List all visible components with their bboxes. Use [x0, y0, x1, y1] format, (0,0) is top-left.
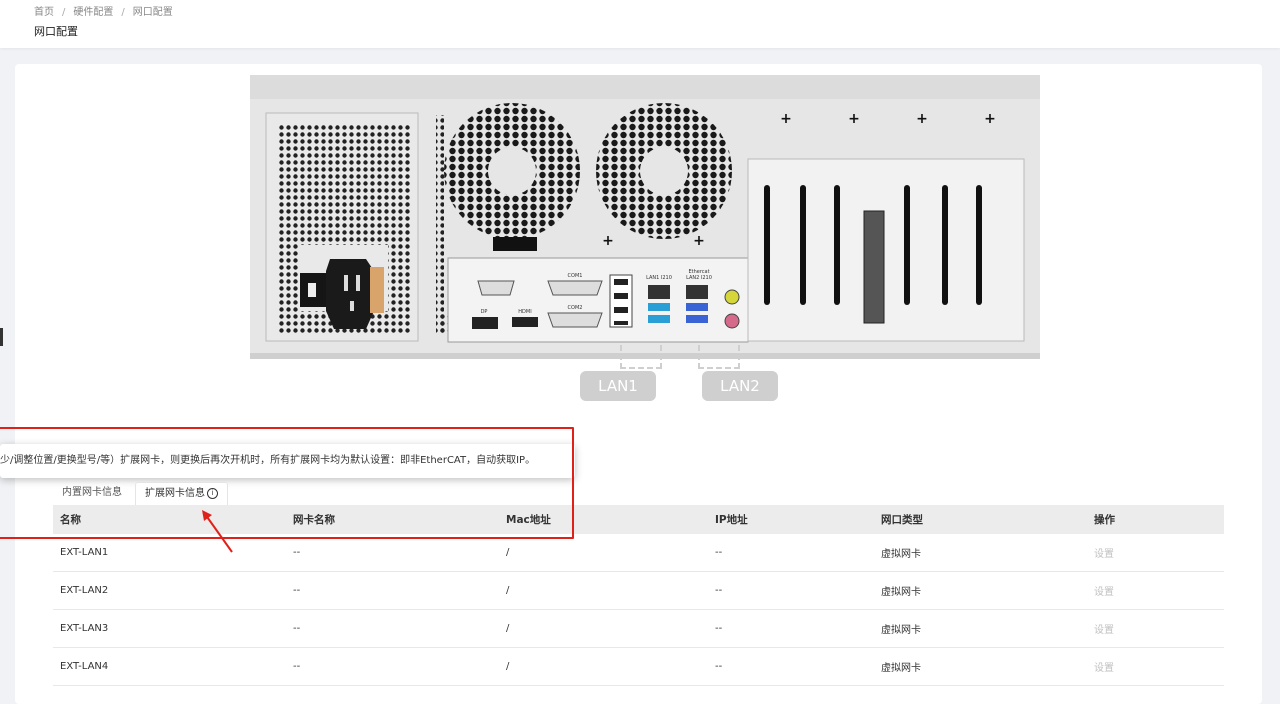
breadcrumb-separator: /	[62, 7, 66, 18]
settings-link[interactable]: 设置	[1087, 571, 1224, 610]
svg-text:+: +	[984, 111, 996, 127]
breadcrumb-current: 网口配置	[132, 7, 173, 18]
cell-port-type: 虚拟网卡	[874, 609, 1087, 648]
hdmi-label: HDMI	[518, 309, 531, 315]
settings-link[interactable]: 设置	[1087, 609, 1224, 648]
com2-label: COM2	[568, 305, 583, 311]
cell-port-type: 虚拟网卡	[874, 647, 1087, 686]
breadcrumb: 首页 / 硬件配置 / 网口配置	[34, 3, 173, 18]
table-row: EXT-LAN4 -- / -- 虚拟网卡 设置	[53, 647, 1224, 686]
lan2-i210-label: LAN2 I210	[686, 275, 712, 281]
svg-text:+: +	[848, 111, 860, 127]
cell-name: EXT-LAN2	[53, 571, 286, 610]
breadcrumb-hardware[interactable]: 硬件配置	[73, 7, 113, 18]
page-title: 网口配置	[34, 25, 78, 38]
cell-mac: /	[499, 647, 708, 686]
settings-link[interactable]: 设置	[1087, 534, 1224, 572]
column-action: 操作	[1087, 505, 1224, 534]
svg-text:+: +	[780, 111, 792, 127]
annotation-arrow-icon	[202, 510, 233, 553]
cell-port-type: 虚拟网卡	[874, 534, 1087, 572]
breadcrumb-separator: /	[121, 7, 125, 18]
cell-nic-name: --	[286, 534, 499, 572]
dp-label: DP	[481, 309, 488, 315]
page-header: 首页 / 硬件配置 / 网口配置 网口配置	[0, 0, 1280, 48]
cell-mac: /	[499, 534, 708, 572]
lan2-connector-line	[698, 345, 740, 369]
cell-port-type: 虚拟网卡	[874, 571, 1087, 610]
com1-label: COM1	[568, 273, 583, 279]
left-edge-marker	[0, 328, 3, 346]
cell-ip: --	[708, 534, 874, 572]
cell-mac: /	[499, 571, 708, 610]
lan2-tag: LAN2	[702, 371, 778, 401]
settings-link[interactable]: 设置	[1087, 647, 1224, 686]
cell-mac: /	[499, 609, 708, 648]
cell-name: EXT-LAN1	[53, 534, 286, 572]
svg-text:+: +	[916, 111, 928, 127]
svg-text:+: +	[693, 233, 705, 249]
highlight-box	[0, 427, 574, 539]
breadcrumb-home[interactable]: 首页	[34, 7, 54, 18]
cell-ip: --	[708, 647, 874, 686]
cell-nic-name: --	[286, 609, 499, 648]
cell-ip: --	[708, 609, 874, 648]
column-port-type: 网口类型	[874, 505, 1087, 534]
lan1-i210-label: LAN1 I210	[646, 275, 672, 281]
lan1-connector-line	[620, 345, 662, 369]
cell-name: EXT-LAN3	[53, 609, 286, 648]
svg-text:+: +	[602, 233, 614, 249]
cell-ip: --	[708, 571, 874, 610]
device-rear-panel-image: + + + + + + COM1 COM2 DP HDMI LAN1 I210 …	[250, 75, 1040, 359]
lan1-tag: LAN1	[580, 371, 656, 401]
table-row: EXT-LAN3 -- / -- 虚拟网卡 设置	[53, 609, 1224, 648]
column-ip: IP地址	[708, 505, 874, 534]
cell-nic-name: --	[286, 571, 499, 610]
cell-nic-name: --	[286, 647, 499, 686]
cell-name: EXT-LAN4	[53, 647, 286, 686]
table-row: EXT-LAN2 -- / -- 虚拟网卡 设置	[53, 571, 1224, 610]
